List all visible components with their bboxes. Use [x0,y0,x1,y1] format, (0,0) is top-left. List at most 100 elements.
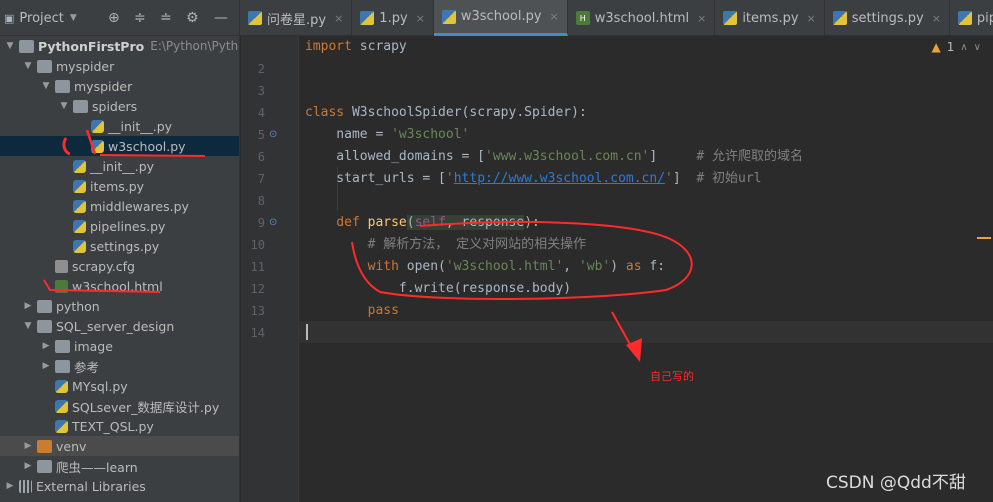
code-line-11[interactable]: with open('w3school.html', 'wb') as f: [305,256,665,278]
tree-item[interactable]: ▼ spiders [0,96,239,116]
watermark: CSDN @Qdd不甜 [826,473,966,493]
line-number: 13 [250,304,265,318]
code-line-1[interactable]: import scrapy [305,36,407,58]
project-view-selector[interactable]: ▣ Project ▼ [0,0,240,36]
gear-icon[interactable]: ⚙ [186,10,199,26]
tree-item[interactable]: scrapy.cfg [0,256,239,276]
close-icon[interactable]: × [697,12,706,25]
tree-item[interactable]: __init__.py [0,156,239,176]
close-icon[interactable]: × [550,10,559,23]
tree-item-label: PythonFirstPro [38,38,145,54]
chevron-down-icon[interactable]: ▼ [40,81,52,91]
tree-item[interactable]: ▼ myspider [0,56,239,76]
python-file-icon [441,9,456,24]
tree-item-label: 参考 [74,359,100,375]
tree-item[interactable]: TEXT_QSL.py [0,416,239,436]
tree-item-label: __init__.py [90,158,155,174]
chevron-right-icon[interactable]: ▶ [22,441,34,451]
chevron-right-icon[interactable]: ▶ [4,481,16,491]
tab-1[interactable]: 1.py × [352,0,434,36]
tree-item[interactable]: ▶ 爬虫——learn [0,456,239,476]
tree-item[interactable]: w3school.py [0,136,239,156]
code-line-5[interactable]: name = 'w3school' [305,124,469,146]
tree-item[interactable]: ▶ 参考 [0,356,239,376]
python-file-icon [73,219,86,233]
line-number: 10 [250,238,265,252]
tab-6[interactable]: pipelines [950,0,993,36]
warning-stripe-marker[interactable] [977,237,991,239]
tab-label: settings.py [851,10,924,26]
python-file-icon [91,139,104,153]
code-line-12[interactable]: f.write(response.body) [305,278,571,300]
tree-item[interactable]: ▶ python [0,296,239,316]
tree-item[interactable]: middlewares.py [0,196,239,216]
tree-item[interactable]: ▶ image [0,336,239,356]
tree-item[interactable]: pipelines.py [0,216,239,236]
locate-file-icon[interactable]: ⊕ [108,10,120,26]
override-marker-icon[interactable]: ⊙ [269,212,285,234]
line-number: 11 [250,260,265,274]
project-path: E:\Python\PythonFirstPro [150,39,239,53]
chevron-down-icon[interactable]: ∨ [974,42,981,53]
html-file-icon [55,279,68,293]
python-file-icon [55,399,68,413]
tree-item[interactable]: ▼ SQL_server_design [0,316,239,336]
close-icon[interactable]: × [807,12,816,25]
expand-all-icon[interactable]: ≐ [160,10,172,26]
tree-item[interactable]: ▶ External Libraries [0,476,239,496]
code-line-4[interactable]: class W3schoolSpider(scrapy.Spider): [305,102,587,124]
tab-5[interactable]: settings.py × [825,0,950,36]
code-line-7[interactable]: start_urls = ['http://www.w3school.com.c… [305,168,761,190]
folder-icon [55,339,70,353]
tab-2[interactable]: w3school.py × [433,0,568,36]
chevron-right-icon[interactable]: ▶ [40,341,52,351]
override-marker-icon[interactable]: ⊙ [269,124,285,146]
tree-item[interactable]: w3school.html [0,276,239,296]
tree-item[interactable]: settings.py [0,236,239,256]
tab-4[interactable]: items.py × [715,0,825,36]
tree-item[interactable]: __init__.py [0,116,239,136]
tree-item[interactable]: ▼ myspider [0,76,239,96]
tree-item-label: 爬虫——learn [56,459,138,475]
close-icon[interactable]: × [932,12,941,25]
line-number: 4 [257,106,265,120]
inspection-widget[interactable]: ▲ 1 ∧ ∨ [931,40,981,54]
chevron-right-icon[interactable]: ▶ [22,461,34,471]
tree-item-label: MYsql.py [72,378,128,394]
current-line-highlight [299,321,993,343]
line-number: 8 [257,194,265,208]
tab-0[interactable]: 问卷星.py × [240,0,353,36]
chevron-up-icon[interactable]: ∧ [960,42,967,53]
code-editor[interactable]: 2 3 4 5 6 7 8 9 10 11 12 13 14 ⊙ ⊙ import scrapy class… [241,36,993,502]
tree-item[interactable]: SQLsever_数据库设计.py [0,396,239,416]
python-file-icon [832,11,847,25]
chevron-right-icon[interactable]: ▶ [40,361,52,371]
collapse-all-icon[interactable]: ≑ [134,10,146,26]
tree-item[interactable]: items.py [0,176,239,196]
tree-item[interactable]: ▶ venv [0,436,239,456]
tab-3[interactable]: Hw3school.html × [568,0,716,36]
tab-label: 1.py [379,10,408,26]
line-number: 12 [250,282,265,296]
tree-item[interactable]: ▼ PythonFirstPro E:\Python\PythonFirstPro [0,36,239,56]
line-number: 5 [257,128,265,142]
code-line-13[interactable]: pass [305,300,399,322]
tree-item-label: middlewares.py [90,198,189,214]
chevron-right-icon[interactable]: ▶ [22,301,34,311]
chevron-down-icon[interactable]: ▼ [22,61,34,71]
chevron-down-icon[interactable]: ▼ [70,13,77,23]
tree-item-label: External Libraries [36,478,146,494]
chevron-down-icon[interactable]: ▼ [58,101,70,111]
chevron-down-icon[interactable]: ▼ [22,321,34,331]
code-line-6[interactable]: allowed_domains = ['www.w3school.com.cn'… [305,146,803,168]
code-line-9[interactable]: def parse(self, response): [305,212,540,234]
top-toolbar: ▣ Project ▼ ⊕ ≑ ≐ ⚙ — 问卷星.py × 1.py × w3scho… [0,0,993,36]
tree-item[interactable]: MYsql.py [0,376,239,396]
close-icon[interactable]: × [334,12,343,25]
tree-item-label: pipelines.py [90,218,166,234]
code-line-10[interactable]: # 解析方法， 定义对网站的相关操作 [305,234,586,256]
hide-panel-icon[interactable]: — [214,10,228,26]
close-icon[interactable]: × [416,12,425,25]
chevron-down-icon[interactable]: ▼ [4,41,16,51]
warning-count: 1 [946,40,955,54]
